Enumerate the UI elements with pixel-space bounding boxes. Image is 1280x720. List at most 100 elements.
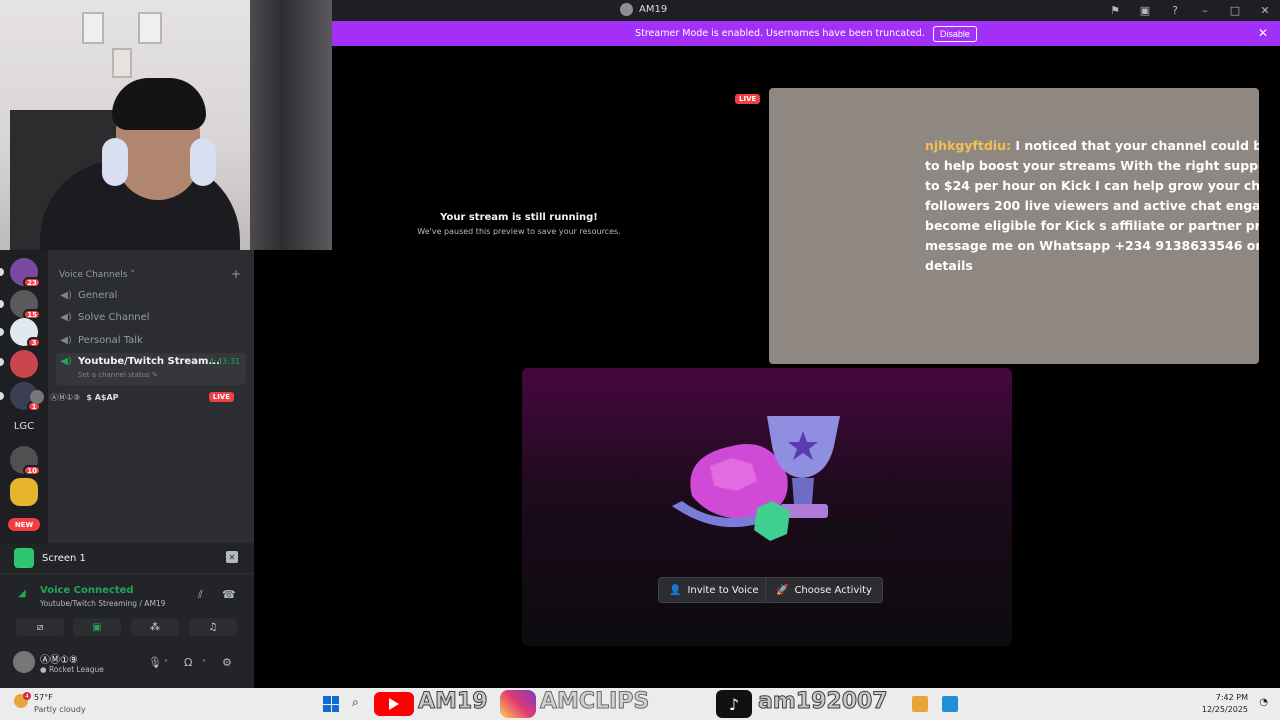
avatar <box>30 390 44 404</box>
voice-status[interactable]: Voice Connected <box>40 585 134 596</box>
avatar[interactable] <box>13 651 35 673</box>
mention-badge: 23 <box>23 277 41 288</box>
mention-badge: 10 <box>23 465 41 476</box>
camera-button[interactable]: ⧄ <box>16 618 64 636</box>
add-channel-icon[interactable]: + <box>231 267 241 281</box>
banner-text: Streamer Mode is enabled. Usernames have… <box>635 28 925 39</box>
activities-button[interactable]: ⁂ <box>131 618 179 636</box>
unread-pill <box>0 392 4 400</box>
server-icon[interactable] <box>10 478 38 506</box>
app-icon[interactable] <box>942 696 958 712</box>
channel-status[interactable]: Set a channel status ✎ <box>78 371 158 379</box>
invite-to-voice-button[interactable]: 👤 Invite to Voice <box>658 577 770 603</box>
close-icon[interactable]: ✕ <box>1250 0 1280 21</box>
weather-temp: 57°F <box>34 693 53 702</box>
speaker-icon: ◀) <box>60 311 72 323</box>
banner-close-icon[interactable]: ✕ <box>1258 26 1268 40</box>
stop-share-icon[interactable]: ✕ <box>226 551 238 563</box>
voice-user-tag: $ A$AP <box>86 392 119 402</box>
server-icon[interactable]: 3 <box>10 318 41 348</box>
channel-stream-active[interactable]: ◀) Youtube/Twitch Stream... 4:43:31 Set … <box>56 353 246 385</box>
voice-user[interactable]: ⒶⓂ①⑨ $ A$AP LIVE <box>30 388 246 406</box>
channel-name: General <box>78 289 118 301</box>
voice-location[interactable]: Youtube/Twitch Streaming / AM19 <box>40 599 165 608</box>
tiktok-logo-icon: ♪ <box>716 690 752 718</box>
instagram-handle-overlay: AMCLIPS <box>539 689 650 715</box>
search-icon[interactable]: ⌕ <box>352 695 359 710</box>
noise-suppression-icon[interactable]: ⫽ <box>198 588 203 602</box>
channel-personal-talk[interactable]: ◀) Personal Talk <box>56 330 246 350</box>
add-user-icon: 👤 <box>669 584 682 596</box>
headphones <box>102 138 128 186</box>
soundboard-button[interactable]: ♫ <box>189 618 237 636</box>
streamer-mode-banner: Streamer Mode is enabled. Usernames have… <box>332 21 1280 46</box>
screen-share-button[interactable]: ▣ <box>73 618 121 636</box>
title-bar-icons: ⚑ ▣ ? – □ ✕ <box>1100 0 1280 21</box>
stream-paused-subtitle: We've paused this preview to save your r… <box>417 227 621 236</box>
channel-timer: 4:43:31 <box>209 357 240 366</box>
wall-picture <box>82 12 104 44</box>
disconnect-icon[interactable]: ☎ <box>222 588 236 601</box>
speaker-icon: ◀) <box>60 334 72 346</box>
channel-general[interactable]: ◀) General <box>56 285 246 305</box>
minimize-icon[interactable]: – <box>1190 0 1220 21</box>
channel-name: Personal Talk <box>78 334 143 346</box>
weather-badge: 4 <box>23 692 31 700</box>
unread-pill <box>0 358 4 366</box>
stream-preview-chat[interactable]: njhkgyftdiu: I noticed that your channel… <box>769 88 1259 364</box>
inbox-icon[interactable]: ▣ <box>1130 0 1160 21</box>
username[interactable]: ⒶⓂ①⑨ <box>40 651 78 666</box>
gear-icon[interactable]: ⚙ <box>222 656 232 669</box>
live-badge: LIVE <box>208 392 234 402</box>
chat-username: njhkgyftdiu <box>925 138 1007 153</box>
mention-badge: 3 <box>27 337 41 348</box>
chevron-down-icon[interactable]: ˅ <box>164 659 168 668</box>
signal-icon[interactable]: ◢ <box>18 588 26 599</box>
tiktok-handle-overlay: am192007 <box>758 689 889 715</box>
maximize-icon[interactable]: □ <box>1220 0 1250 21</box>
clock-time: 7:42 PM <box>1215 693 1248 702</box>
start-button-icon[interactable] <box>323 696 339 712</box>
stream-live-badge: LIVE <box>735 94 761 104</box>
youtube-logo-icon <box>374 692 414 716</box>
window-title: AM19 <box>620 3 667 16</box>
category-voice-channels[interactable]: Voice Channels ˅ <box>59 270 135 280</box>
disable-button[interactable]: Disable <box>932 25 977 42</box>
clock[interactable]: 7:42 PM 12/25/2025 <box>1202 692 1248 716</box>
category-label: Voice Channels <box>59 270 128 280</box>
choose-activity-button[interactable]: 🚀 Choose Activity <box>765 577 883 603</box>
screen: AM19 ⚑ ▣ ? – □ ✕ Streamer Mode is enable… <box>0 0 1280 720</box>
activity-illustration <box>672 416 892 543</box>
server-icon[interactable]: 10 <box>10 446 41 476</box>
screen-share-icon <box>14 548 34 568</box>
flag-icon[interactable]: ⚑ <box>1100 0 1130 21</box>
server-icon[interactable] <box>10 350 38 378</box>
server-icon[interactable]: 15 <box>10 290 41 320</box>
status-text: Set a channel status <box>78 371 150 379</box>
file-explorer-icon[interactable] <box>912 696 928 712</box>
microphone-icon[interactable]: 🎙 <box>148 656 162 669</box>
server-text-icon[interactable]: LGC <box>4 421 44 432</box>
instagram-logo-icon <box>500 690 536 718</box>
chat-separator: : <box>1006 138 1012 153</box>
help-icon[interactable]: ? <box>1160 0 1190 21</box>
screen-share-panel: Screen 1 ✕ <box>0 543 254 573</box>
youtube-handle-overlay: AM19 <box>418 689 489 715</box>
channel-solve[interactable]: ◀) Solve Channel <box>56 307 246 327</box>
clock-date: 12/25/2025 <box>1201 705 1248 714</box>
speaker-icon: ◀) <box>60 289 72 301</box>
title-bar: AM19 ⚑ ▣ ? – □ ✕ <box>332 0 1280 21</box>
channel-name: Youtube/Twitch Stream... <box>78 356 220 367</box>
unread-pill <box>0 300 4 308</box>
stream-paused-message: Your stream is still running! We've paus… <box>410 212 628 236</box>
chevron-down-icon[interactable]: ˅ <box>202 659 206 668</box>
server-icon[interactable]: 23 <box>10 258 41 288</box>
weather-condition: Partly cloudy <box>34 705 86 714</box>
wall-picture <box>138 12 162 44</box>
headphone-icon[interactable]: Ω <box>184 656 192 669</box>
webcam-overlay <box>0 0 332 250</box>
user-panel: ⒶⓂ①⑨ ● Rocket League 🎙 ˅ Ω ˅ ⚙ <box>0 641 254 688</box>
window-title-text: AM19 <box>639 4 668 15</box>
notification-icon[interactable]: ◔ <box>1259 697 1268 708</box>
user-activity: ● Rocket League <box>40 665 104 674</box>
